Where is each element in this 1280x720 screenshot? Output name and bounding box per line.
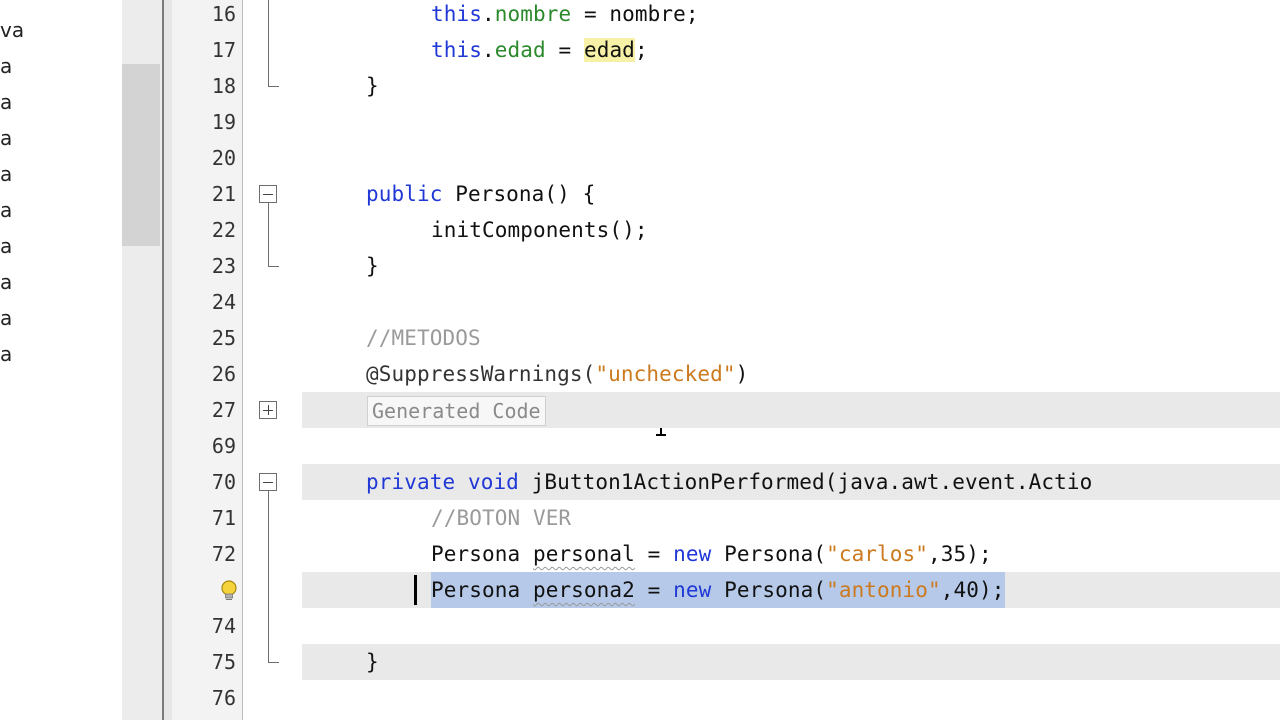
code-token: Persona(: [711, 542, 827, 566]
project-tree-item[interactable]: a: [0, 336, 12, 372]
project-panel: va a a a a a a a a a: [0, 0, 122, 720]
project-panel-scrollbar[interactable]: [122, 0, 162, 720]
code-token: nombre: [494, 2, 572, 26]
code-line[interactable]: Persona personal = new Persona("carlos",…: [431, 536, 992, 572]
project-tree-item[interactable]: a: [0, 84, 12, 120]
project-tree-item[interactable]: a: [0, 300, 12, 336]
line-number: 17: [211, 38, 236, 62]
code-token: persona2: [532, 578, 635, 602]
code-token: Persona: [431, 542, 533, 566]
fold-guide: [268, 0, 269, 86]
fold-collapse-icon[interactable]: [259, 473, 277, 491]
line-number: 74: [211, 614, 236, 638]
code-line[interactable]: this.edad = edad;: [431, 32, 648, 68]
fold-expand-icon[interactable]: [259, 401, 277, 419]
code-token: =: [634, 578, 674, 602]
code-token: }: [366, 74, 379, 98]
highlighted-row: [302, 644, 1280, 680]
fold-end: [268, 266, 279, 267]
line-number: 76: [211, 686, 236, 710]
code-token: .: [481, 2, 495, 26]
code-line[interactable]: this.nombre = nombre;: [431, 0, 699, 32]
code-line[interactable]: }: [366, 248, 379, 284]
code-token: =: [545, 38, 584, 62]
code-token: new: [673, 542, 712, 566]
code-token: void: [467, 470, 519, 494]
line-number: 26: [211, 362, 236, 386]
code-token: ,35);: [928, 542, 992, 566]
line-number: 18: [211, 74, 236, 98]
line-number: 23: [211, 254, 236, 278]
code-token: private: [366, 470, 456, 494]
code-token: ): [735, 362, 749, 386]
code-line[interactable]: //BOTON VER: [431, 500, 571, 536]
code-token: @SuppressWarnings(: [366, 362, 596, 386]
code-token: = nombre;: [571, 2, 699, 26]
project-tree-item[interactable]: a: [0, 228, 12, 264]
code-line[interactable]: Persona persona2 = new Persona("antonio"…: [431, 572, 1005, 608]
code-token: this: [431, 38, 482, 62]
code-token: "unchecked": [595, 362, 736, 386]
line-number: 25: [211, 326, 236, 350]
code-token: }: [366, 254, 379, 278]
line-number: 71: [211, 506, 236, 530]
code-token: "carlos": [826, 542, 929, 566]
code-fold-strip: [243, 0, 303, 720]
line-number: 27: [211, 398, 236, 422]
line-number: 21: [211, 182, 236, 206]
code-token: Persona: [431, 578, 533, 602]
code-token: Persona() {: [442, 182, 596, 206]
code-line[interactable]: private void jButton1ActionPerformed(jav…: [366, 464, 1092, 500]
code-token: }: [366, 650, 379, 674]
line-number: 24: [211, 290, 236, 314]
lightbulb-icon[interactable]: [218, 579, 240, 601]
fold-guide: [268, 203, 269, 266]
code-token: public: [366, 182, 443, 206]
code-token: ;: [634, 38, 648, 62]
code-token: //METODOS: [366, 326, 481, 350]
line-number: 75: [211, 650, 236, 674]
scrollbar-thumb[interactable]: [122, 64, 160, 246]
fold-end: [268, 662, 279, 663]
folded-code-block[interactable]: Generated Code: [367, 396, 546, 426]
project-tree-item[interactable]: a: [0, 156, 12, 192]
code-line[interactable]: }: [366, 68, 379, 104]
line-number: 19: [211, 110, 236, 134]
line-number: 72: [211, 542, 236, 566]
code-token: new: [673, 578, 712, 602]
code-token: jButton1ActionPerformed(java.awt.event.A…: [518, 470, 1093, 494]
code-token: "antonio": [826, 578, 941, 602]
code-token: edad: [583, 38, 635, 62]
fold-collapse-icon[interactable]: [259, 185, 277, 203]
code-token: =: [634, 542, 674, 566]
code-token: //BOTON VER: [431, 506, 572, 530]
line-number: 22: [211, 218, 236, 242]
project-tree-item[interactable]: a: [0, 120, 12, 156]
project-tree-item[interactable]: a: [0, 192, 12, 228]
line-number: 69: [211, 434, 236, 458]
code-token: .: [481, 38, 495, 62]
code-token: ,40);: [940, 578, 1005, 602]
line-number: 16: [211, 2, 236, 26]
line-number: 70: [211, 470, 236, 494]
line-number: 20: [211, 146, 236, 170]
code-token: initComponents();: [431, 218, 648, 242]
text-caret: [414, 575, 417, 605]
code-line[interactable]: initComponents();: [431, 212, 648, 248]
code-token: personal: [532, 542, 635, 566]
code-token: this: [431, 2, 482, 26]
project-tree-item[interactable]: a: [0, 48, 12, 84]
code-token: Persona(: [711, 578, 827, 602]
fold-guide: [268, 491, 269, 662]
code-token: edad: [494, 38, 546, 62]
fold-end: [268, 86, 279, 87]
code-line[interactable]: //METODOS: [366, 320, 481, 356]
code-line[interactable]: @SuppressWarnings("unchecked"): [366, 356, 748, 392]
code-line[interactable]: }: [366, 644, 379, 680]
code-line[interactable]: public Persona() {: [366, 176, 595, 212]
project-tree-item[interactable]: va: [0, 12, 24, 48]
project-tree-item[interactable]: a: [0, 264, 12, 300]
